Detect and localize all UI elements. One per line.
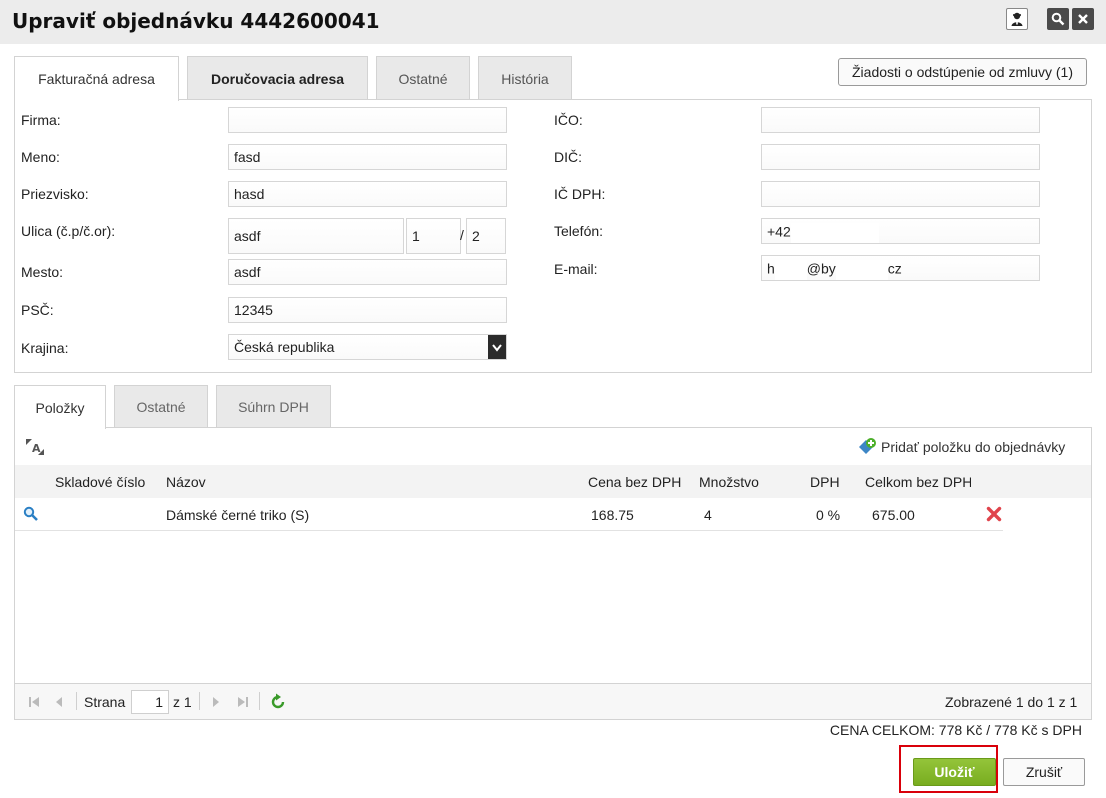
street-number-separator: / [460,227,464,243]
first-page-icon[interactable] [27,695,41,712]
firma-field[interactable] [228,107,507,133]
redacted-area [835,260,888,280]
prev-page-icon[interactable] [53,695,65,712]
tab-label: Súhrn DPH [238,399,309,415]
add-item-icon [859,438,876,454]
select-arrow-icon[interactable] [488,335,506,359]
save-button[interactable]: Uložiť [913,758,996,786]
delete-icon[interactable] [986,506,1002,525]
tab-delivery-address[interactable]: Doručovacia adresa [187,56,368,100]
page-label: Strana [84,694,126,710]
cancel-button[interactable]: Zrušiť [1003,758,1085,786]
tab-items-other[interactable]: Ostatné [114,385,208,428]
icdph-field[interactable] [761,181,1040,207]
column-header[interactable]: Názov [166,474,206,490]
label-ulica: Ulica (č.p/č.or): [21,223,116,239]
label-telefon: Telefón: [554,223,604,239]
column-header[interactable]: Skladové číslo [55,474,145,490]
tab-history[interactable]: História [478,56,572,100]
label-meno: Meno: [21,149,60,165]
label-ico: IČO: [554,112,583,128]
magnifier-icon[interactable] [23,506,39,525]
window-title: Upraviť objednávku 4442600041 [12,9,380,33]
label-mesto: Mesto: [21,264,64,280]
resize-text-icon[interactable]: A [24,437,46,460]
tab-other[interactable]: Ostatné [376,56,470,100]
title-bar: Upraviť objednávku 4442600041 [0,0,1106,44]
label-firma: Firma: [21,112,61,128]
column-header[interactable]: Množstvo [699,474,759,490]
column-header[interactable]: Celkom bez DPH [865,474,971,490]
tab-label: Doručovacia adresa [210,70,345,87]
redacted-area [774,260,807,280]
refresh-icon[interactable] [269,693,287,714]
cell-price: 168.75 [591,507,634,523]
page-of-label: z 1 [173,694,192,710]
search-icon[interactable] [1047,8,1069,30]
items-panel: A Pridať položku do objednávky Skladové … [14,428,1092,720]
pager-summary: Zobrazené 1 do 1 z 1 [945,694,1078,710]
redacted-area [790,223,879,243]
cell-name: Dámské černé triko (S) [166,507,310,523]
cell-total: 675.00 [872,507,915,523]
table-row[interactable]: Dámské černé triko (S) 168.75 4 0 % 675.… [15,498,1003,531]
label-psc: PSČ: [21,302,54,318]
meno-field[interactable]: fasd [228,144,507,170]
krajina-select[interactable]: Česká republika [228,334,507,360]
dic-field[interactable] [761,144,1040,170]
page-input[interactable]: 1 [131,690,169,714]
column-header[interactable]: DPH [810,474,840,490]
grid-header: Skladové číslo Názov Cena bez DPH Množst… [15,465,1091,498]
ulica-field[interactable]: asdf [228,218,404,254]
add-item-label: Pridať položku do objednávky [881,439,1066,455]
pager: Strana 1 z 1 Zobrazené 1 do 1 z 1 [15,683,1091,719]
ico-field[interactable] [761,107,1040,133]
tab-items[interactable]: Položky [14,385,106,429]
email-part-3: cz [887,260,902,277]
email-part-1: h [767,260,775,277]
label-priezvisko: Priezvisko: [21,186,89,202]
pager-separator [76,692,77,710]
tab-billing-address[interactable]: Fakturačná adresa [14,56,179,101]
tab-vat-summary[interactable]: Súhrn DPH [216,385,331,428]
label-icdph: IČ DPH: [554,186,606,202]
tab-label: Fakturačná adresa [38,71,155,87]
email-part-2: @by [806,260,836,277]
user-agent-icon[interactable] [1006,8,1028,30]
mesto-field[interactable]: asdf [228,259,507,285]
email-field[interactable]: h @by cz [761,255,1040,281]
add-item-button[interactable]: Pridať položku do objednávky [857,437,1065,457]
svg-text:A: A [32,442,41,455]
cell-vat: 0 % [816,507,841,523]
krajina-value: Česká republika [234,339,335,355]
last-page-icon[interactable] [236,695,250,712]
pager-separator [259,692,260,710]
priezvisko-field[interactable]: hasd [228,181,507,207]
withdrawal-requests-button[interactable]: Žiadosti o odstúpenie od zmluvy (1) [838,58,1087,86]
psc-field[interactable]: 12345 [228,297,507,323]
cislo-popisne-field[interactable]: 1 [406,218,461,254]
next-page-icon[interactable] [210,695,222,712]
column-header[interactable]: Cena bez DPH [588,474,681,490]
tab-label: Položky [35,399,85,416]
pager-separator [199,692,200,710]
tab-label: Ostatné [136,399,186,415]
telefon-field[interactable]: +42 [761,218,1040,244]
close-icon[interactable] [1072,8,1094,30]
tab-label: História [501,70,549,87]
tab-label: Ostatné [398,70,448,87]
order-total: CENA CELKOM: 778 Kč / 778 Kč s DPH [829,722,1082,738]
cell-qty: 4 [704,507,712,523]
label-email: E-mail: [554,261,598,277]
telefon-value: +42 [767,223,791,240]
label-dic: DIČ: [554,149,582,165]
cislo-orientacne-field[interactable]: 2 [466,218,506,254]
label-krajina: Krajina: [21,340,69,356]
